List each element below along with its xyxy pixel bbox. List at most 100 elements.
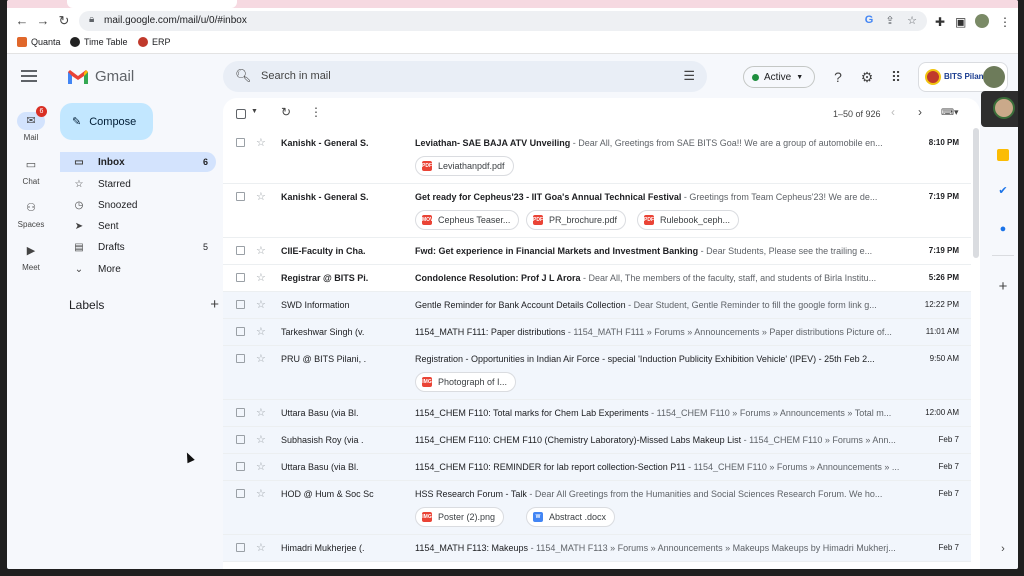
star-toggle-icon[interactable]: ☆	[256, 487, 266, 500]
attachment-chip[interactable]: PDF Rulebook_ceph...	[637, 210, 740, 230]
email-row[interactable]: ☆ Kanishk - General S. Leviathan- SAE BAJA…	[223, 130, 971, 184]
bookmark-star-icon[interactable]: ☆	[905, 14, 919, 27]
row-checkbox[interactable]	[236, 408, 245, 417]
bookmark-quanta[interactable]: Quanta	[17, 37, 61, 47]
active-tab[interactable]	[67, 0, 237, 8]
row-checkbox[interactable]	[236, 543, 245, 552]
address-bar[interactable]: 🔒︎ mail.google.com/mail/u/0/#inbox G ⇪ ☆	[79, 11, 927, 31]
extensions-icon[interactable]: ✚	[935, 15, 945, 29]
tasks-icon[interactable]: ✔	[997, 185, 1009, 197]
select-caret-icon[interactable]: ▼	[251, 108, 258, 115]
row-checkbox[interactable]	[236, 462, 245, 471]
attachment-chip[interactable]: MOV Cepheus Teaser...	[415, 210, 520, 230]
nav-label: More	[98, 263, 121, 275]
attachment-chip[interactable]: IMG Poster (2).png	[415, 507, 505, 527]
account-avatar[interactable]	[983, 66, 1005, 88]
star-toggle-icon[interactable]: ☆	[256, 136, 266, 149]
bookmark-erp[interactable]: ERP	[138, 37, 171, 47]
nav-item-snoozed[interactable]: ◷ Snoozed	[60, 195, 216, 215]
search-icon[interactable]: 🔍︎	[235, 68, 252, 84]
rail-chat[interactable]: ▭ Chat	[11, 156, 51, 186]
attachment-chip[interactable]: IMG Photograph of I...	[415, 372, 517, 392]
keep-icon[interactable]	[997, 149, 1009, 161]
email-row[interactable]: ☆ Himadri Mukherjee (. 1154_MATH F113: Mak…	[223, 535, 971, 562]
nav-item-more[interactable]: ⌄ More	[60, 259, 216, 279]
reload-icon[interactable]: ↻	[55, 12, 73, 30]
email-date: 8:10 PM	[928, 138, 959, 147]
forward-icon[interactable]: →	[34, 12, 52, 30]
account-switcher[interactable]: BITS Pilani	[918, 62, 1008, 92]
star-toggle-icon[interactable]: ☆	[256, 352, 266, 365]
row-checkbox[interactable]	[236, 435, 245, 444]
settings-gear-icon[interactable]: ⚙	[858, 68, 876, 86]
nav-item-sent[interactable]: ➤ Sent	[60, 216, 216, 236]
star-toggle-icon[interactable]: ☆	[256, 460, 266, 473]
nav-item-starred[interactable]: ☆ Starred	[60, 174, 216, 194]
main-menu-icon[interactable]	[21, 70, 37, 82]
star-toggle-icon[interactable]: ☆	[256, 433, 266, 446]
row-checkbox[interactable]	[236, 192, 245, 201]
get-addons-icon[interactable]: +	[997, 279, 1009, 294]
attachment-chip[interactable]: PDF Leviathanpdf.pdf	[415, 156, 514, 176]
row-checkbox[interactable]	[236, 300, 245, 309]
nav-item-inbox[interactable]: ▭ Inbox 6	[60, 152, 216, 172]
email-row[interactable]: ☆ Uttara Basu (via Bl. 1154_CHEM F110: REM…	[223, 454, 971, 481]
attachment-chip[interactable]: W Abstract .docx	[526, 507, 616, 527]
star-toggle-icon[interactable]: ☆	[256, 325, 266, 338]
email-row[interactable]: ☆ SWD Information Gentle Reminder for Bank…	[223, 292, 971, 319]
star-toggle-icon[interactable]: ☆	[256, 298, 266, 311]
star-toggle-icon[interactable]: ☆	[256, 541, 266, 554]
apps-grid-icon[interactable]: ⠿	[887, 68, 905, 86]
rail-meet[interactable]: ▶ Meet	[11, 242, 51, 272]
newer-page-icon[interactable]: ‹	[891, 105, 895, 119]
google-icon[interactable]: G	[862, 14, 876, 26]
more-actions-icon[interactable]: ⋮	[310, 105, 322, 119]
compose-button[interactable]: ✎ Compose	[60, 103, 153, 140]
row-checkbox[interactable]	[236, 489, 245, 498]
email-row[interactable]: ☆ Registrar @ BITS Pi. Condolence Resoluti…	[223, 265, 971, 292]
refresh-icon[interactable]: ↻	[281, 105, 291, 119]
select-all-checkbox[interactable]	[236, 109, 246, 119]
email-row[interactable]: ☆ Tarkeshwar Singh (v. 1154_MATH F111: Pap…	[223, 319, 971, 346]
show-side-panel-icon[interactable]: ›	[997, 543, 1009, 555]
older-page-icon[interactable]: ›	[918, 105, 922, 119]
email-row[interactable]: ☆ HOD @ Hum & Soc Sc HSS Research Forum - …	[223, 481, 971, 535]
attachment-name: Abstract .docx	[549, 512, 607, 522]
add-label-icon[interactable]: +	[210, 296, 219, 313]
browser-menu-icon[interactable]: ⋮	[999, 15, 1011, 29]
star-toggle-icon[interactable]: ☆	[256, 271, 266, 284]
back-icon[interactable]: ←	[13, 12, 31, 30]
star-toggle-icon[interactable]: ☆	[256, 406, 266, 419]
row-checkbox[interactable]	[236, 273, 245, 282]
attachment-chip[interactable]: PDF PR_brochure.pdf	[526, 210, 627, 230]
share-icon[interactable]: ⇪	[883, 14, 897, 27]
input-tools-icon[interactable]: ⌨▾	[941, 107, 959, 118]
rail-spaces[interactable]: ⚇ Spaces	[11, 199, 51, 229]
gmail-logo[interactable]: Gmail	[67, 68, 134, 85]
row-checkbox[interactable]	[236, 327, 245, 336]
row-checkbox[interactable]	[236, 354, 245, 363]
mail-list-scrollbar[interactable]	[973, 128, 979, 258]
search-options-icon[interactable]: ☰	[683, 68, 695, 84]
contacts-icon[interactable]: ●	[997, 223, 1009, 235]
email-date: 11:01 AM	[925, 327, 959, 336]
status-dropdown[interactable]: Active ▼	[743, 66, 815, 88]
search-bar[interactable]: 🔍︎ Search in mail ☰	[223, 61, 707, 92]
rail-mail[interactable]: ✉ 6 Mail	[11, 106, 51, 142]
star-toggle-icon[interactable]: ☆	[256, 190, 266, 203]
star-toggle-icon[interactable]: ☆	[256, 244, 266, 257]
help-icon[interactable]: ?	[829, 68, 847, 86]
row-checkbox[interactable]	[236, 138, 245, 147]
profile-avatar[interactable]	[975, 14, 989, 28]
nav-item-drafts[interactable]: ▤ Drafts 5	[60, 237, 216, 257]
email-row[interactable]: ☆ Subhasish Roy (via . 1154_CHEM F110: CHE…	[223, 427, 971, 454]
email-row[interactable]: ☆ PRU @ BITS Pilani, . Registration - Oppo…	[223, 346, 971, 400]
bookmark-time-table[interactable]: Time Table	[70, 37, 128, 47]
email-row[interactable]: ☆ Uttara Basu (via Bl. 1154_CHEM F110: Tot…	[223, 400, 971, 427]
search-input[interactable]: Search in mail	[261, 70, 331, 82]
email-row[interactable]: ☆ Kanishk - General S. Get ready for Cephe…	[223, 184, 971, 238]
sidepanel-icon[interactable]: ▣	[955, 15, 966, 29]
email-row[interactable]: ☆ CIIE-Faculty in Cha. Fwd: Get experience…	[223, 238, 971, 265]
email-sender: Subhasish Roy (via .	[281, 435, 364, 445]
row-checkbox[interactable]	[236, 246, 245, 255]
